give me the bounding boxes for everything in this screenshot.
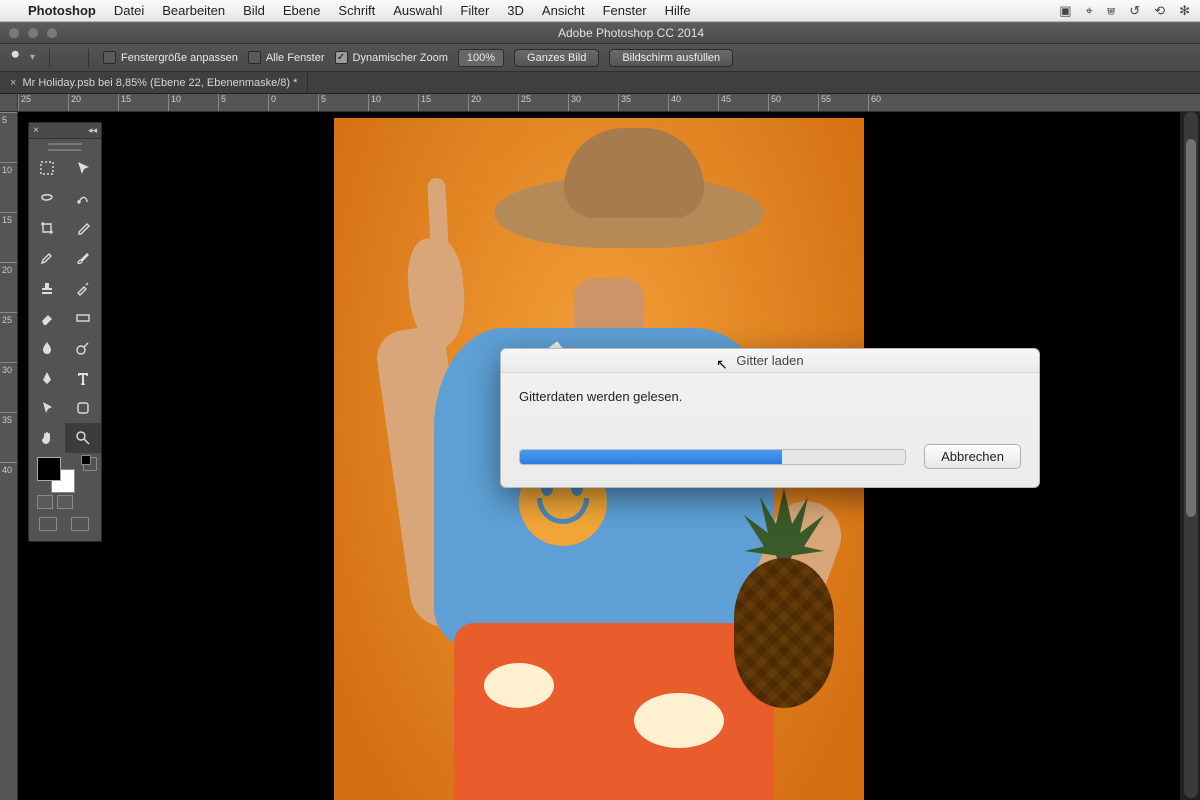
tool-healing[interactable]: [29, 243, 65, 273]
fit-screen-button[interactable]: Ganzes Bild: [514, 49, 599, 67]
dynamic-zoom-label: Dynamischer Zoom: [353, 52, 448, 64]
tab-close-icon[interactable]: ×: [10, 77, 16, 89]
tools-panel: × ◂◂: [28, 122, 102, 542]
tool-eraser[interactable]: [29, 303, 65, 333]
cancel-button[interactable]: Abbrechen: [924, 444, 1021, 469]
menu-ansicht[interactable]: Ansicht: [542, 3, 585, 18]
quickmask-toggle[interactable]: [29, 491, 101, 513]
menu-datei[interactable]: Datei: [114, 3, 144, 18]
color-swatches[interactable]: [29, 453, 101, 491]
menu-ebene[interactable]: Ebene: [283, 3, 321, 18]
ruler-vertical[interactable]: 510 1520 2530 3540: [0, 112, 18, 800]
window-zoom-button[interactable]: [46, 27, 58, 39]
screenmode-full[interactable]: [71, 517, 89, 531]
tools-grip[interactable]: [48, 143, 82, 151]
status-cc-icon[interactable]: ▣: [1059, 3, 1071, 19]
menu-schrift[interactable]: Schrift: [338, 3, 375, 18]
fill-screen-button[interactable]: Bildschirm ausfüllen: [609, 49, 733, 67]
zoom-tool-icon[interactable]: [10, 49, 24, 66]
tools-close-icon[interactable]: ×: [33, 125, 39, 136]
status-sync-icon[interactable]: ↺: [1129, 3, 1140, 19]
workspace: 2520 1510 50 510 1520 2530 3540 4550 556…: [0, 94, 1200, 800]
menu-hilfe[interactable]: Hilfe: [665, 3, 691, 18]
tool-brush[interactable]: [65, 243, 101, 273]
progress-fill: [520, 450, 782, 464]
progress-dialog: Gitter laden Gitterdaten werden gelesen.…: [500, 348, 1040, 488]
screenmode-standard[interactable]: [39, 517, 57, 531]
progress-bar: [519, 449, 906, 465]
tool-eyedropper[interactable]: [65, 213, 101, 243]
menu-fenster[interactable]: Fenster: [603, 3, 647, 18]
menu-filter[interactable]: Filter: [460, 3, 489, 18]
tool-gradient[interactable]: [65, 303, 101, 333]
dynamic-zoom-checkbox[interactable]: ✓Dynamischer Zoom: [335, 51, 448, 64]
tool-type[interactable]: [65, 363, 101, 393]
status-timemachine-icon[interactable]: ⟲: [1154, 3, 1165, 19]
scrollbar-thumb[interactable]: [1186, 139, 1196, 516]
window-minimize-button[interactable]: [27, 27, 39, 39]
menu-bild[interactable]: Bild: [243, 3, 265, 18]
foreground-color[interactable]: [37, 457, 61, 481]
window-titlebar: Adobe Photoshop CC 2014: [0, 22, 1200, 44]
ruler-horizontal[interactable]: 2520 1510 50 510 1520 2530 3540 4550 556…: [0, 94, 1200, 112]
tool-move[interactable]: [65, 153, 101, 183]
tool-dodge[interactable]: [65, 333, 101, 363]
tool-stamp[interactable]: [29, 273, 65, 303]
all-windows-checkbox[interactable]: Alle Fenster: [248, 51, 325, 64]
vertical-scrollbar[interactable]: [1184, 112, 1198, 798]
document-tab-label: Mr Holiday.psb bei 8,85% (Ebene 22, Eben…: [22, 77, 297, 89]
tool-crop[interactable]: [29, 213, 65, 243]
menubar-app-name[interactable]: Photoshop: [28, 3, 96, 18]
document-tab-bar: × Mr Holiday.psb bei 8,85% (Ebene 22, Eb…: [0, 72, 1200, 94]
menu-auswahl[interactable]: Auswahl: [393, 3, 442, 18]
options-bar: ▾ Fenstergröße anpassen Alle Fenster ✓Dy…: [0, 44, 1200, 72]
status-menu-icon[interactable]: ✻: [1179, 3, 1190, 19]
tool-quick-select[interactable]: [65, 183, 101, 213]
tool-lasso[interactable]: [29, 183, 65, 213]
all-windows-label: Alle Fenster: [266, 52, 325, 64]
dialog-title: Gitter laden: [501, 349, 1039, 373]
status-dropbox-icon[interactable]: ⩐: [1107, 3, 1115, 19]
tool-history-brush[interactable]: [65, 273, 101, 303]
tool-shape[interactable]: [65, 393, 101, 423]
window-title: Adobe Photoshop CC 2014: [70, 26, 1192, 40]
tools-collapse-icon[interactable]: ◂◂: [88, 125, 97, 136]
fit-window-checkbox[interactable]: Fenstergröße anpassen: [103, 51, 238, 64]
window-close-button[interactable]: [8, 27, 20, 39]
tool-pen[interactable]: [29, 363, 65, 393]
tool-hand[interactable]: [29, 423, 65, 453]
menu-3d[interactable]: 3D: [507, 3, 524, 18]
tool-marquee[interactable]: [29, 153, 65, 183]
document-tab[interactable]: × Mr Holiday.psb bei 8,85% (Ebene 22, Eb…: [0, 72, 308, 93]
default-colors-icon[interactable]: [83, 457, 97, 471]
tool-preset-dropdown[interactable]: ▾: [30, 52, 35, 63]
zoom-level-field[interactable]: 100%: [458, 49, 504, 67]
status-tool-icon[interactable]: ⌖: [1086, 3, 1093, 19]
tool-blur[interactable]: [29, 333, 65, 363]
tool-zoom[interactable]: [65, 423, 101, 453]
dialog-message: Gitterdaten werden gelesen.: [519, 389, 1021, 404]
ruler-origin[interactable]: [0, 94, 18, 112]
tool-path-select[interactable]: [29, 393, 65, 423]
menu-bearbeiten[interactable]: Bearbeiten: [162, 3, 225, 18]
mac-menubar: Photoshop Datei Bearbeiten Bild Ebene Sc…: [0, 0, 1200, 22]
fit-window-label: Fenstergröße anpassen: [121, 52, 238, 64]
